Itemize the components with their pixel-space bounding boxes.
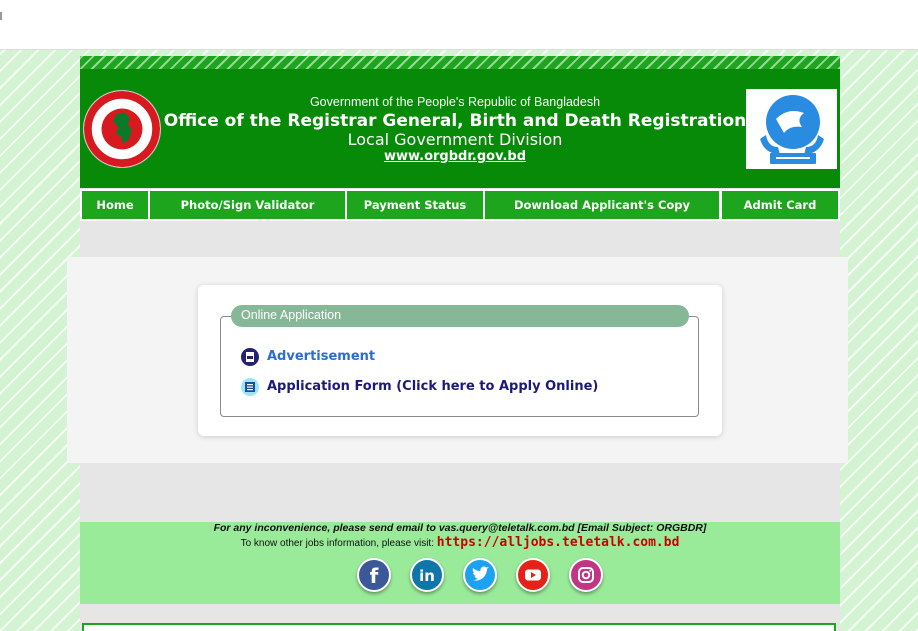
birth-registration-logo-icon bbox=[746, 89, 837, 169]
support-email-line: For any inconvenience, please send email… bbox=[213, 522, 707, 534]
online-application-box bbox=[220, 316, 699, 417]
youtube-icon[interactable] bbox=[516, 558, 550, 592]
jobs-info-line: To know other jobs information, please v… bbox=[80, 535, 840, 550]
government-line: Government of the People's Republic of B… bbox=[309, 95, 601, 109]
header-stripe bbox=[80, 56, 840, 69]
division-title: Local Government Division bbox=[347, 130, 563, 149]
site-header: Government of the People's Republic of B… bbox=[80, 69, 840, 188]
nav-download-applicants-copy[interactable]: Download Applicant's Copy bbox=[485, 191, 719, 219]
form-icon bbox=[241, 378, 259, 396]
website-link[interactable]: www.orgbdr.gov.bd bbox=[80, 149, 830, 164]
alljobs-link[interactable]: https://alljobs.teletalk.com.bd bbox=[437, 535, 680, 550]
instagram-icon[interactable] bbox=[569, 558, 603, 592]
online-application-card: Online Application Advertisement Applica… bbox=[198, 285, 722, 436]
browser-top-bar bbox=[0, 0, 918, 50]
bottom-content-box bbox=[82, 623, 836, 631]
site-footer: For any inconvenience, please send email… bbox=[80, 522, 840, 604]
linkedin-icon[interactable]: in bbox=[410, 558, 444, 592]
svg-text:in: in bbox=[419, 567, 435, 585]
application-form-label: Application Form (Click here to Apply On… bbox=[267, 379, 599, 394]
advertisement-label: Advertisement bbox=[267, 349, 376, 364]
nav-payment-status[interactable]: Payment Status bbox=[347, 191, 483, 219]
pdf-icon bbox=[241, 348, 259, 366]
nav-admit-card[interactable]: Admit Card bbox=[722, 191, 838, 219]
content-panel: Online Application Advertisement Applica… bbox=[67, 257, 848, 463]
window-edge-marker bbox=[0, 12, 2, 20]
section-title: Online Application bbox=[231, 305, 689, 327]
main-navigation: Home Photo/Sign Validator Payment Status… bbox=[80, 189, 840, 221]
jobs-info-prefix: To know other jobs information, please v… bbox=[240, 538, 434, 549]
svg-text:f: f bbox=[370, 564, 379, 588]
facebook-icon[interactable]: f bbox=[357, 558, 391, 592]
nav-home[interactable]: Home bbox=[82, 191, 148, 219]
twitter-icon[interactable] bbox=[463, 558, 497, 592]
office-title: Office of the Registrar General, Birth a… bbox=[163, 111, 747, 131]
nav-photo-sign-validator[interactable]: Photo/Sign Validator bbox=[150, 191, 345, 219]
